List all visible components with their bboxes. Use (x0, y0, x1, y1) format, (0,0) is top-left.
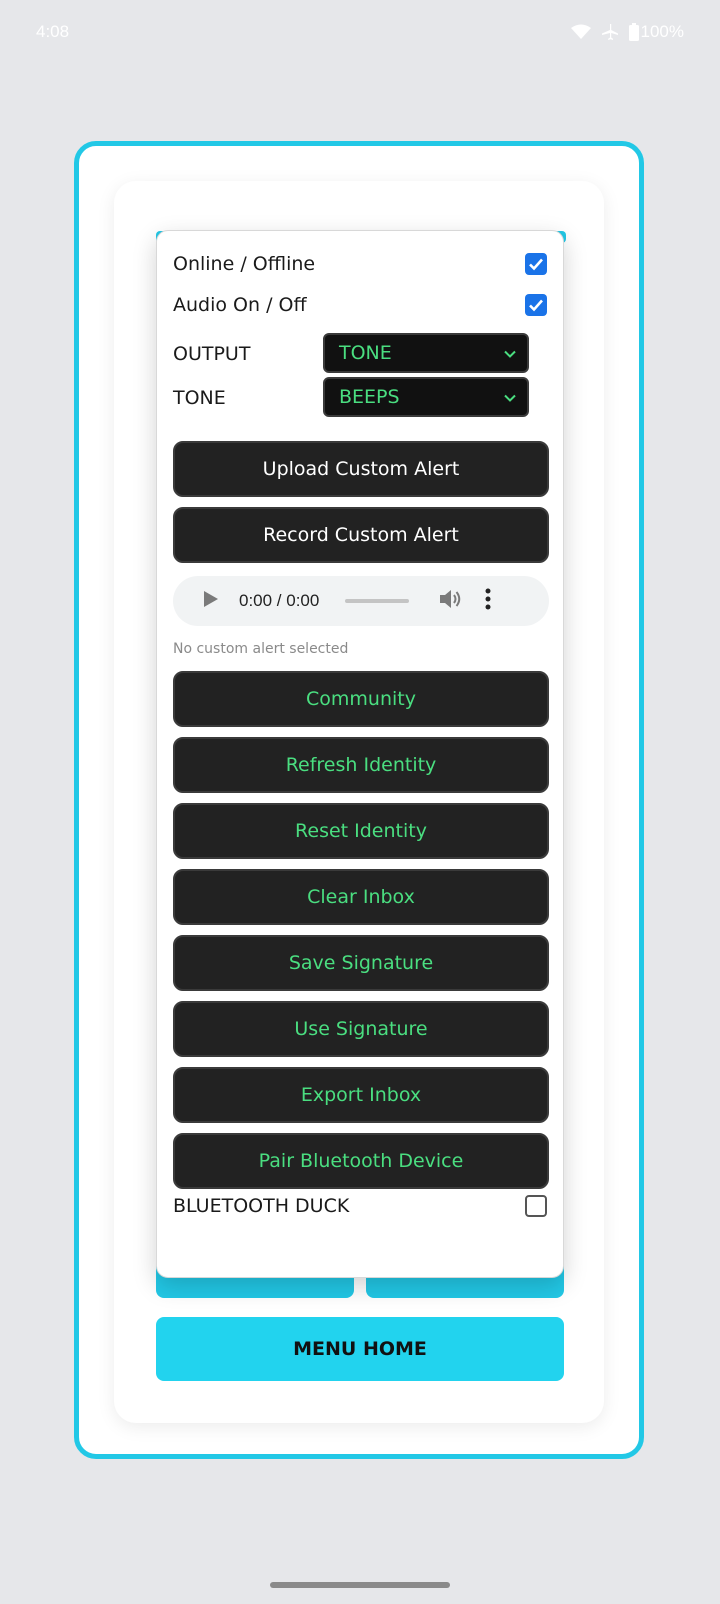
status-bar: 4:08 100% (0, 0, 720, 70)
chevron-down-icon (504, 350, 516, 358)
clear-inbox-button[interactable]: Clear Inbox (173, 869, 549, 925)
home-indicator[interactable] (270, 1582, 450, 1588)
more-vert-icon[interactable] (485, 588, 491, 614)
record-custom-alert-button[interactable]: Record Custom Alert (173, 507, 549, 563)
battery-indicator: 100% (628, 22, 684, 42)
alert-status-text: No custom alert selected (173, 641, 349, 657)
chevron-down-icon (504, 394, 516, 402)
online-label: Online / Offline (173, 253, 316, 275)
battery-icon (628, 23, 639, 41)
bluetooth-duck-checkbox[interactable] (525, 1195, 547, 1217)
reset-identity-button[interactable]: Reset Identity (173, 803, 549, 859)
tone-select[interactable]: BEEPS (323, 377, 529, 417)
pair-bluetooth-button[interactable]: Pair Bluetooth Device (173, 1133, 549, 1189)
bluetooth-duck-label: BLUETOOTH DUCK (173, 1195, 350, 1217)
use-signature-button[interactable]: Use Signature (173, 1001, 549, 1057)
upload-custom-alert-button[interactable]: Upload Custom Alert (173, 441, 549, 497)
output-select-value: TONE (339, 342, 392, 364)
audio-label: Audio On / Off (173, 294, 307, 316)
bluetooth-duck-row[interactable]: BLUETOOTH DUCK (173, 1195, 547, 1217)
check-icon (529, 299, 543, 312)
settings-menu-panel: Online / Offline Audio On / Off OUTPUT T… (156, 230, 564, 1278)
online-toggle-row[interactable]: Online / Offline (173, 253, 547, 275)
community-button[interactable]: Community (173, 671, 549, 727)
online-checkbox[interactable] (525, 253, 547, 275)
status-time: 4:08 (36, 22, 70, 41)
audio-progress-track[interactable] (345, 599, 410, 603)
save-signature-button[interactable]: Save Signature (173, 935, 549, 991)
audio-time: 0:00 / 0:00 (239, 591, 320, 610)
status-icons: 100% (570, 22, 684, 42)
tone-select-value: BEEPS (339, 386, 400, 408)
export-inbox-button[interactable]: Export Inbox (173, 1067, 549, 1123)
airplane-icon (601, 23, 619, 41)
audio-checkbox[interactable] (525, 294, 547, 316)
audio-toggle-row[interactable]: Audio On / Off (173, 294, 547, 316)
play-icon[interactable] (203, 590, 219, 612)
output-label: OUTPUT (173, 343, 251, 365)
output-select[interactable]: TONE (323, 333, 529, 373)
volume-icon[interactable] (439, 588, 463, 614)
check-icon (529, 258, 543, 271)
wifi-icon (570, 24, 591, 40)
tone-label: TONE (173, 387, 226, 409)
battery-percent: 100% (640, 22, 684, 41)
menu-home-button[interactable]: MENU HOME (156, 1317, 564, 1381)
audio-player: 0:00 / 0:00 (173, 576, 549, 626)
refresh-identity-button[interactable]: Refresh Identity (173, 737, 549, 793)
